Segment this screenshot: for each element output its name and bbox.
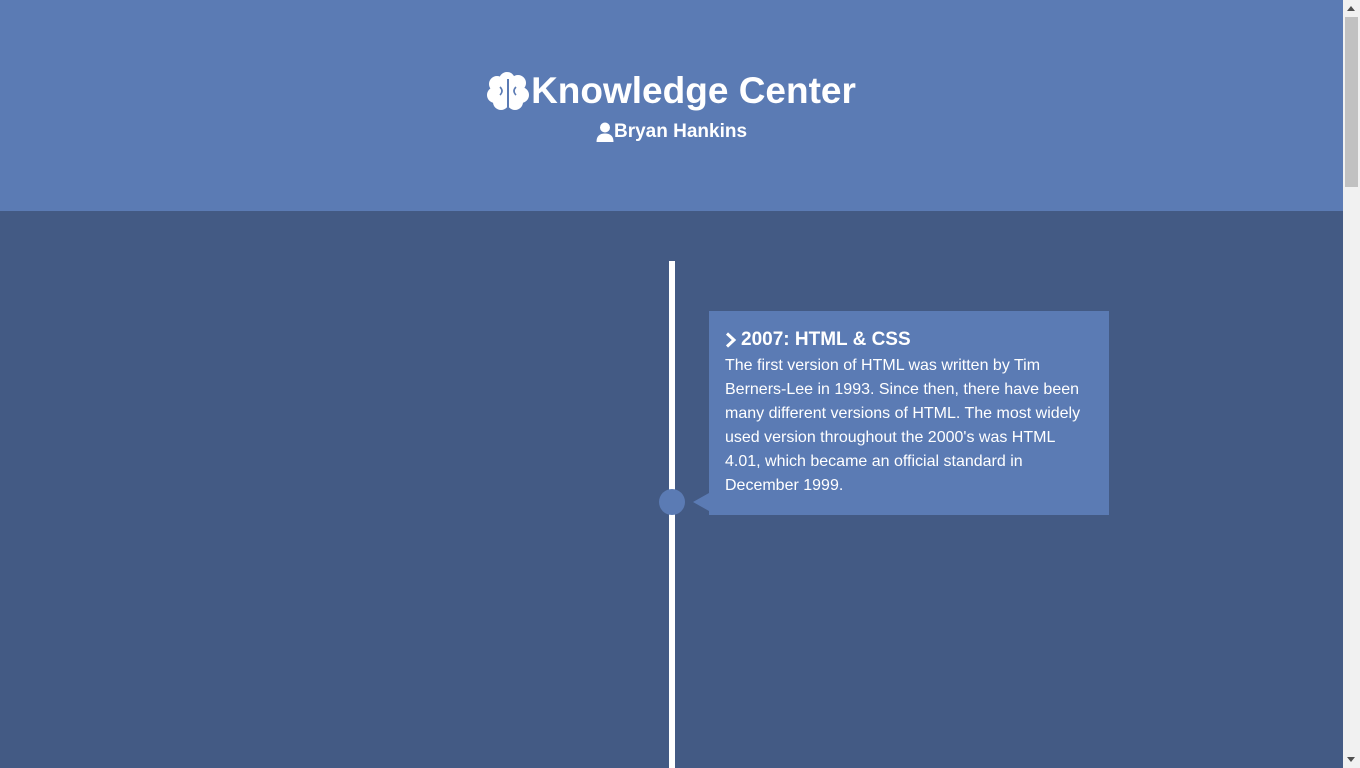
vertical-scrollbar[interactable]	[1343, 0, 1360, 768]
card-body: The first version of HTML was written by…	[725, 357, 1081, 494]
scroll-up-arrow-icon[interactable]	[1347, 6, 1355, 11]
timeline-marker	[659, 489, 685, 515]
timeline-card: 2007: HTML & CSS The first version of HT…	[709, 311, 1109, 515]
page-title: Knowledge Center	[531, 70, 856, 111]
page: Knowledge Center Bryan Hankins 2007: HTM…	[0, 0, 1343, 768]
user-name: Bryan Hankins	[613, 121, 748, 142]
scrollbar-thumb[interactable]	[1345, 17, 1358, 187]
user-icon	[596, 122, 614, 142]
brain-icon	[487, 71, 530, 111]
card-title-row: 2007: HTML & CSS	[725, 327, 1093, 353]
scroll-down-arrow-icon[interactable]	[1347, 757, 1355, 762]
timeline-section: 2007: HTML & CSS The first version of HT…	[0, 211, 1343, 768]
title-row: Knowledge Center	[0, 70, 1343, 112]
chevron-right-icon	[725, 332, 737, 348]
card-pointer	[693, 493, 709, 511]
card-title: 2007: HTML & CSS	[741, 329, 911, 350]
site-header: Knowledge Center Bryan Hankins	[0, 0, 1343, 211]
user-row: Bryan Hankins	[0, 120, 1343, 144]
